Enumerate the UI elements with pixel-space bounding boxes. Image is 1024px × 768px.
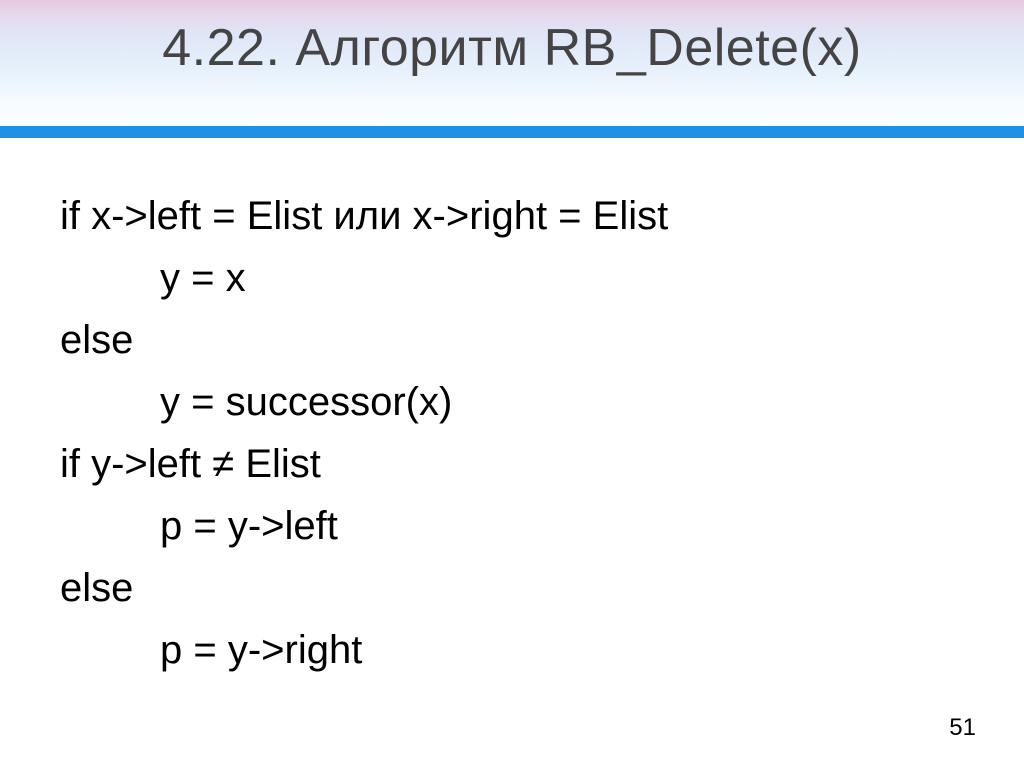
code-line-3: else — [60, 309, 964, 371]
title-underline — [0, 126, 1024, 138]
code-line-4: y = successor(x) — [60, 371, 964, 433]
slide-body: if x->left = Elist или x->right = Elist … — [60, 185, 964, 681]
slide-title: 4.22. Алгоритм RB_Delete(x) — [0, 18, 1024, 78]
code-line-2: y = x — [60, 247, 964, 309]
slide: 4.22. Алгоритм RB_Delete(x) if x->left =… — [0, 0, 1024, 768]
code-line-1: if x->left = Elist или x->right = Elist — [60, 185, 964, 247]
code-line-6: p = y->left — [60, 495, 964, 557]
page-number: 51 — [949, 714, 976, 742]
code-line-7: else — [60, 557, 964, 619]
code-line-5: if y->left ≠ Elist — [60, 433, 964, 495]
code-line-8: p = y->right — [60, 619, 964, 681]
